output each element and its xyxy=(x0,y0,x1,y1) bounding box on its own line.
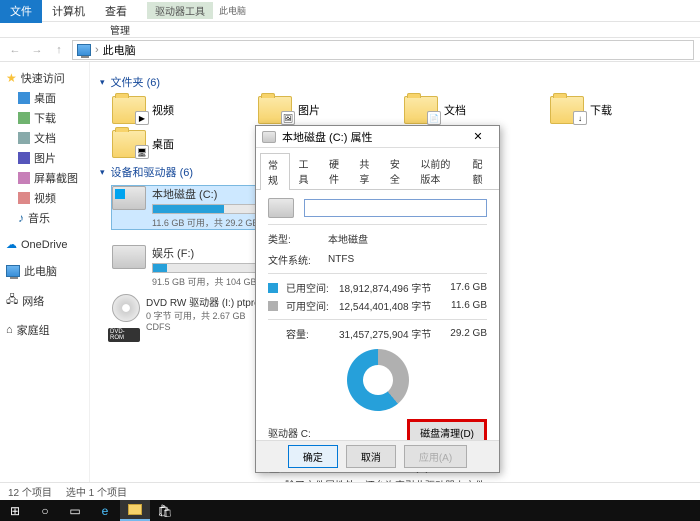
sidebar-quick-access[interactable]: ★快速访问 xyxy=(4,68,85,88)
sidebar-homegroup[interactable]: ⌂家庭组 xyxy=(4,320,85,340)
network-icon: 🖧 xyxy=(6,291,18,310)
cancel-button[interactable]: 取消 xyxy=(346,445,396,468)
forward-button[interactable]: → xyxy=(28,41,46,59)
taskview-button[interactable]: ▭ xyxy=(60,500,90,521)
sidebar-item-videos[interactable]: 视频 xyxy=(4,188,85,208)
tab-quota[interactable]: 配额 xyxy=(465,152,495,189)
sidebar-network[interactable]: 🖧网络 xyxy=(4,289,85,312)
address-input[interactable]: › 此电脑 xyxy=(72,40,694,60)
tab-previous[interactable]: 以前的版本 xyxy=(412,152,464,189)
ribbon-computer-tab[interactable]: 计算机 xyxy=(42,0,95,23)
ribbon: 文件 计算机 查看 驱动器工具 此电脑 xyxy=(0,0,700,22)
properties-dialog: 本地磁盘 (C:) 属性 ✕ 常规 工具 硬件 共享 安全 以前的版本 配额 类… xyxy=(255,125,500,473)
fs-value: NTFS xyxy=(328,254,354,265)
type-value: 本地磁盘 xyxy=(328,231,368,246)
pc-icon xyxy=(77,44,91,56)
back-button[interactable]: ← xyxy=(6,41,24,59)
sidebar-item-pictures[interactable]: 图片 xyxy=(4,148,85,168)
ribbon-file-tab[interactable]: 文件 xyxy=(0,0,42,23)
explorer-button[interactable] xyxy=(120,500,150,521)
folder-desktop[interactable]: 🖥桌面 xyxy=(112,130,242,158)
drive-icon xyxy=(112,245,146,269)
ribbon-manage-tab[interactable]: 管理 xyxy=(110,22,130,37)
dvd-icon xyxy=(112,294,140,322)
tab-sharing[interactable]: 共享 xyxy=(351,152,381,189)
status-bar: 12 个项目 选中 1 个项目 xyxy=(0,482,700,500)
volume-label-input[interactable] xyxy=(304,199,487,217)
sidebar-item-music[interactable]: ♪音乐 xyxy=(4,208,85,228)
sidebar-item-desktop[interactable]: 桌面 xyxy=(4,88,85,108)
apply-button[interactable]: 应用(A) xyxy=(404,445,467,468)
dialog-tabs: 常规 工具 硬件 共享 安全 以前的版本 配额 xyxy=(256,148,499,190)
drive-icon xyxy=(268,198,294,218)
dialog-titlebar[interactable]: 本地磁盘 (C:) 属性 ✕ xyxy=(256,126,499,148)
dialog-footer: 确定 取消 应用(A) xyxy=(256,440,499,472)
ok-button[interactable]: 确定 xyxy=(288,445,338,468)
folder-downloads[interactable]: ↓下载 xyxy=(550,96,680,124)
store-button[interactable]: 🛍 xyxy=(150,500,180,521)
item-count: 12 个项目 xyxy=(8,484,52,499)
sidebar-item-downloads[interactable]: 下载 xyxy=(4,108,85,128)
tab-hardware[interactable]: 硬件 xyxy=(321,152,351,189)
folder-videos[interactable]: ▶视频 xyxy=(112,96,242,124)
section-folders[interactable]: ▾文件夹 (6) xyxy=(100,74,690,90)
sidebar: ★快速访问 桌面 下载 文档 图片 屏幕截图 视频 ♪音乐 ☁OneDrive … xyxy=(0,62,90,502)
cloud-icon: ☁ xyxy=(6,238,17,251)
breadcrumb[interactable]: 此电脑 xyxy=(103,42,136,58)
dialog-title: 本地磁盘 (C:) 属性 xyxy=(282,129,372,145)
music-icon: ♪ xyxy=(18,211,24,225)
drive-icon xyxy=(112,186,146,210)
address-bar: ← → ↑ › 此电脑 xyxy=(0,38,700,62)
drive-icon xyxy=(262,131,276,143)
up-button[interactable]: ↑ xyxy=(50,41,68,59)
sidebar-item-screenshots[interactable]: 屏幕截图 xyxy=(4,168,85,188)
drive-c[interactable]: 本地磁盘 (C:) 11.6 GB 可用，共 29.2 GB xyxy=(112,186,272,229)
taskbar: ⊞ ○ ▭ e 🛍 xyxy=(0,500,700,521)
sidebar-onedrive[interactable]: ☁OneDrive xyxy=(4,236,85,253)
folder-pictures[interactable]: 🖼图片 xyxy=(258,96,388,124)
drive-label: 驱动器 C: xyxy=(268,425,311,440)
drive-f[interactable]: 娱乐 (F:) 91.5 GB 可用，共 104 GB xyxy=(112,245,272,288)
tab-tools[interactable]: 工具 xyxy=(290,152,320,189)
ribbon-title: 此电脑 xyxy=(219,4,246,17)
tab-general[interactable]: 常规 xyxy=(260,153,290,190)
sidebar-item-documents[interactable]: 文档 xyxy=(4,128,85,148)
pc-icon xyxy=(6,265,20,277)
cortana-button[interactable]: ○ xyxy=(30,500,60,521)
tab-security[interactable]: 安全 xyxy=(382,152,412,189)
folder-documents[interactable]: 📄文档 xyxy=(404,96,534,124)
close-button[interactable]: ✕ xyxy=(463,130,493,143)
homegroup-icon: ⌂ xyxy=(6,324,13,336)
selected-count: 选中 1 个项目 xyxy=(66,484,127,499)
start-button[interactable]: ⊞ xyxy=(0,500,30,521)
usage-pie-chart xyxy=(347,349,409,411)
edge-button[interactable]: e xyxy=(90,500,120,521)
ribbon-view-tab[interactable]: 查看 xyxy=(95,0,137,23)
sidebar-thispc[interactable]: 此电脑 xyxy=(4,261,85,281)
drive-dvd[interactable]: DVD-ROM DVD RW 驱动器 (I:) ptpress 0 字节 可用，… xyxy=(112,294,272,332)
ribbon-context-group: 驱动器工具 xyxy=(147,2,213,19)
star-icon: ★ xyxy=(6,71,17,85)
